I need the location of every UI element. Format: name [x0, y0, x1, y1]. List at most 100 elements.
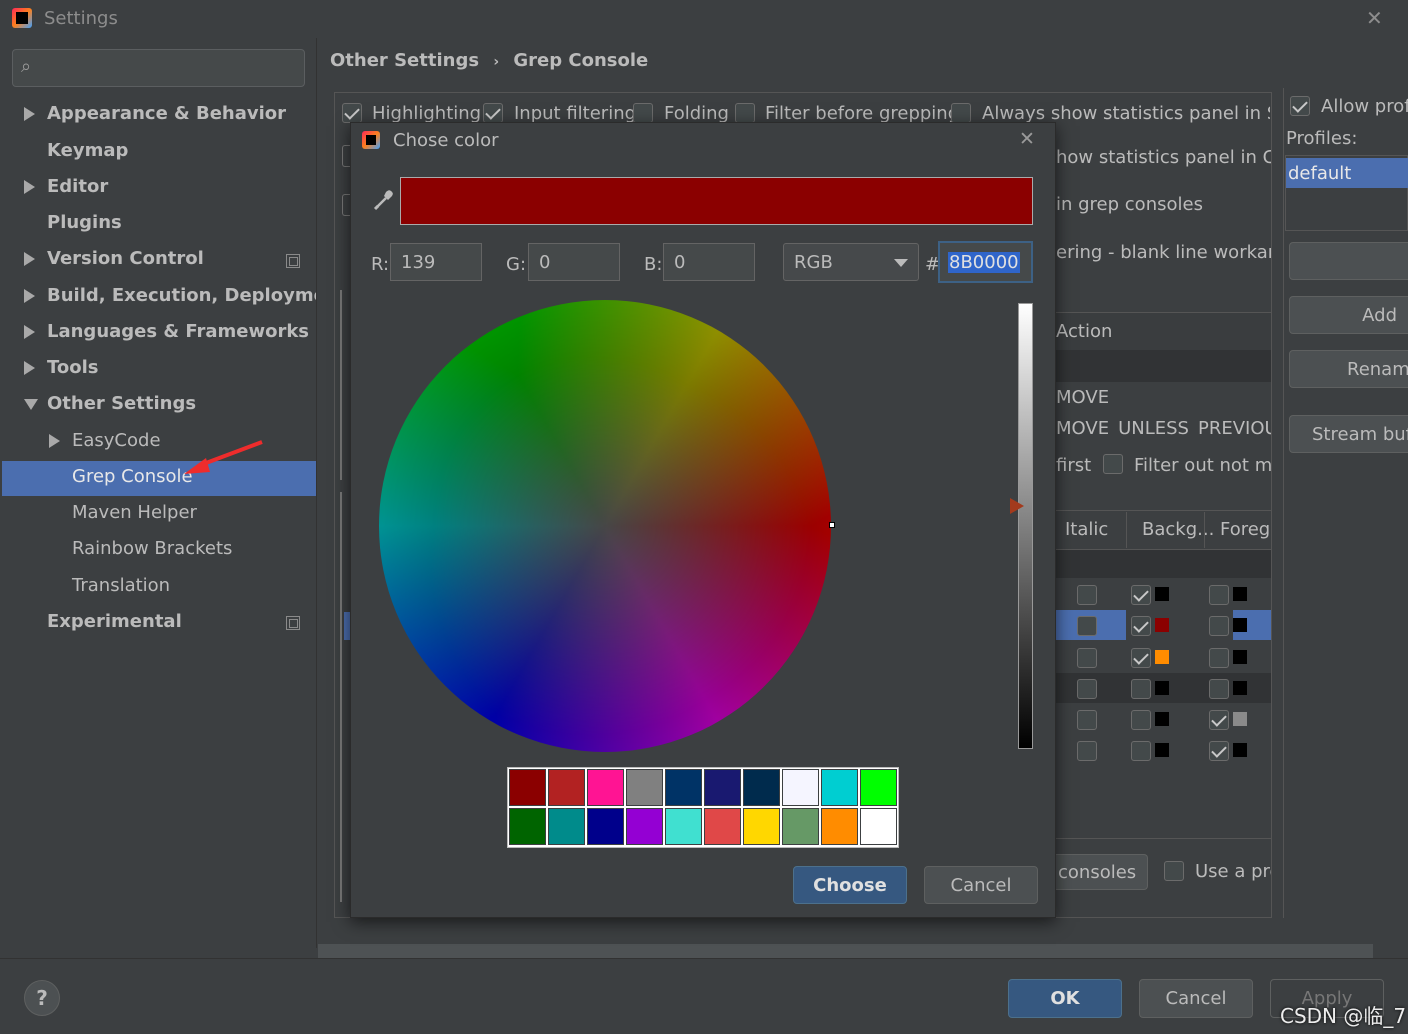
horizontal-scrollbar[interactable] [318, 944, 1373, 958]
background-color-swatch[interactable] [1155, 712, 1169, 726]
expand-arrow-icon[interactable] [24, 107, 35, 121]
background-color-swatch[interactable] [1155, 681, 1169, 695]
color-swatch[interactable] [548, 769, 585, 806]
choose-button[interactable]: Choose [793, 866, 907, 904]
sidebar-item-version-control[interactable]: Version Control [47, 248, 204, 269]
dialog-cancel-button[interactable]: Cancel [924, 866, 1038, 904]
background-checkbox[interactable] [1131, 648, 1151, 668]
brightness-slider-handle[interactable] [1010, 498, 1024, 514]
sidebar-item-other-settings[interactable]: Other Settings [47, 393, 196, 414]
help-button[interactable]: ? [24, 980, 60, 1016]
b-input[interactable]: 0 [663, 243, 755, 281]
color-swatch[interactable] [704, 808, 741, 845]
color-swatch[interactable] [548, 808, 585, 845]
foreground-color-swatch[interactable] [1233, 743, 1247, 757]
foreground-color-swatch[interactable] [1233, 587, 1247, 601]
sidebar-item-easycode[interactable]: EasyCode [72, 430, 161, 451]
g-input[interactable]: 0 [528, 243, 620, 281]
italic-checkbox[interactable] [1077, 648, 1097, 668]
folding-checkbox[interactable] [633, 103, 653, 123]
foreground-color-swatch[interactable] [1233, 618, 1247, 632]
color-swatch[interactable] [743, 808, 780, 845]
profile-empty-button[interactable] [1289, 242, 1408, 280]
foreground-color-swatch[interactable] [1233, 650, 1247, 664]
italic-checkbox[interactable] [1077, 616, 1097, 636]
profiles-list-item[interactable]: default [1286, 158, 1408, 188]
background-checkbox[interactable] [1131, 585, 1151, 605]
breadcrumb-parent[interactable]: Other Settings [330, 50, 479, 71]
sidebar-item-languages[interactable]: Languages & Frameworks [47, 321, 309, 342]
italic-checkbox[interactable] [1077, 585, 1097, 605]
color-swatch[interactable] [665, 808, 702, 845]
window-close-icon[interactable]: ✕ [1366, 6, 1383, 30]
color-swatch[interactable] [509, 769, 546, 806]
footer-cancel-button[interactable]: Cancel [1139, 979, 1253, 1018]
always-show-checkbox[interactable] [951, 103, 971, 123]
color-mode-select[interactable]: RGB [783, 243, 919, 281]
color-swatch[interactable] [743, 769, 780, 806]
foreground-checkbox[interactable] [1209, 616, 1229, 636]
filter-out-checkbox[interactable] [1103, 454, 1123, 474]
color-swatch[interactable] [782, 769, 819, 806]
expand-arrow-icon[interactable] [49, 434, 60, 448]
color-wheel-cursor[interactable] [829, 522, 835, 528]
search-input[interactable]: ⌕ [12, 49, 305, 87]
foreground-checkbox[interactable] [1209, 710, 1229, 730]
italic-checkbox[interactable] [1077, 710, 1097, 730]
use-pre-checkbox[interactable] [1164, 861, 1184, 881]
foreground-color-swatch[interactable] [1233, 712, 1247, 726]
background-color-swatch[interactable] [1155, 587, 1169, 601]
input-filtering-checkbox[interactable] [483, 103, 503, 123]
background-checkbox[interactable] [1131, 710, 1151, 730]
rename-profile-button[interactable]: Rename [1289, 350, 1408, 388]
sidebar-item-tools[interactable]: Tools [47, 357, 99, 378]
color-swatch[interactable] [626, 808, 663, 845]
background-color-swatch[interactable] [1155, 650, 1169, 664]
expand-arrow-icon[interactable] [24, 325, 35, 339]
sidebar-item-keymap[interactable]: Keymap [47, 140, 128, 161]
color-swatch[interactable] [509, 808, 546, 845]
background-color-swatch[interactable] [1155, 743, 1169, 757]
foreground-checkbox[interactable] [1209, 741, 1229, 761]
dialog-close-icon[interactable]: ✕ [1019, 128, 1035, 150]
italic-checkbox[interactable] [1077, 679, 1097, 699]
color-swatch[interactable] [860, 769, 897, 806]
ok-button[interactable]: OK [1008, 979, 1122, 1018]
color-swatch[interactable] [782, 808, 819, 845]
color-swatch[interactable] [821, 769, 858, 806]
foreground-checkbox[interactable] [1209, 585, 1229, 605]
r-input[interactable]: 139 [390, 243, 482, 281]
sidebar-item-plugins[interactable]: Plugins [47, 212, 122, 233]
color-swatch[interactable] [821, 808, 858, 845]
color-wheel[interactable] [379, 300, 831, 752]
background-checkbox[interactable] [1131, 741, 1151, 761]
color-swatch[interactable] [860, 808, 897, 845]
color-swatch[interactable] [665, 769, 702, 806]
expand-arrow-icon[interactable] [24, 180, 35, 194]
color-swatch[interactable] [587, 769, 624, 806]
sidebar-item-appearance[interactable]: Appearance & Behavior [47, 103, 286, 124]
brightness-slider[interactable] [1018, 303, 1033, 749]
add-profile-button[interactable]: Add [1289, 296, 1408, 334]
highlighting-checkbox[interactable] [342, 103, 362, 123]
background-checkbox[interactable] [1131, 616, 1151, 636]
background-checkbox[interactable] [1131, 679, 1151, 699]
sidebar-item-maven-helper[interactable]: Maven Helper [72, 502, 197, 523]
expand-arrow-icon[interactable] [24, 289, 35, 303]
sidebar-item-editor[interactable]: Editor [47, 176, 108, 197]
eyedropper-icon[interactable] [372, 188, 396, 212]
sidebar-item-grep-console[interactable]: Grep Console [72, 466, 193, 487]
expand-arrow-icon[interactable] [24, 361, 35, 375]
expand-arrow-icon[interactable] [24, 252, 35, 266]
foreground-checkbox[interactable] [1209, 648, 1229, 668]
filter-before-checkbox[interactable] [735, 103, 755, 123]
color-swatch[interactable] [704, 769, 741, 806]
stream-buffer-button[interactable]: Stream buff [1289, 415, 1408, 453]
collapse-arrow-icon[interactable] [24, 399, 38, 410]
sidebar-item-experimental[interactable]: Experimental [47, 611, 182, 632]
hex-input[interactable]: 8B0000 [938, 241, 1033, 283]
background-color-swatch[interactable] [1155, 618, 1169, 632]
sidebar-item-rainbow-brackets[interactable]: Rainbow Brackets [72, 538, 232, 559]
allow-profiles-checkbox[interactable] [1290, 96, 1310, 116]
sidebar-item-build[interactable]: Build, Execution, Deployment [47, 285, 347, 306]
